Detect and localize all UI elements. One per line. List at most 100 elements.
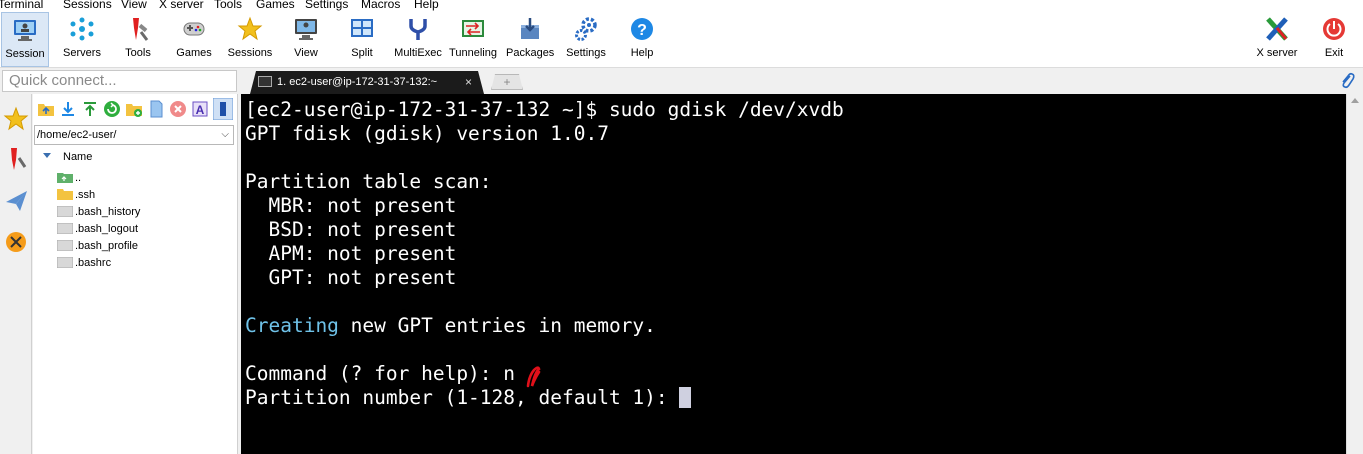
view-button[interactable]: View	[282, 12, 330, 67]
terminal-scrollbar[interactable]	[1346, 94, 1363, 454]
help-button[interactable]: ? Help	[618, 12, 666, 67]
file-row[interactable]: .bashrc	[57, 255, 111, 272]
x-server-button[interactable]: X server	[1253, 12, 1301, 67]
menu-x-server[interactable]: X server	[159, 0, 204, 12]
parent-folder-icon	[57, 173, 73, 183]
name-column-header[interactable]: Name	[43, 151, 92, 163]
file-row[interactable]: .bash_history	[57, 204, 140, 221]
fork-icon	[409, 19, 427, 40]
file-name: .bash_history	[75, 206, 141, 218]
file-icon	[57, 206, 73, 217]
chevron-down-icon: ⌵	[221, 129, 229, 140]
multiexec-label: MultiExec	[394, 47, 442, 59]
creating-highlight: Creating	[245, 314, 339, 337]
svg-text:A: A	[196, 103, 205, 117]
x-server-label: X server	[1256, 47, 1298, 59]
close-tab-button[interactable]: ×	[465, 71, 472, 93]
settings-button[interactable]: Settings	[562, 12, 610, 67]
file-row[interactable]: .bash_profile	[57, 238, 138, 255]
exit-label: Exit	[1324, 47, 1344, 59]
file-row[interactable]: .bash_logout	[57, 221, 138, 238]
new-file-icon[interactable]	[147, 100, 165, 118]
sessions-button[interactable]: Sessions	[226, 12, 274, 67]
delete-icon[interactable]	[169, 100, 187, 118]
tab-title: 1. ec2-user@ip-172-31-37-132:~	[277, 76, 438, 88]
menu-macros[interactable]: Macros	[361, 0, 400, 12]
file-name: .bash_logout	[75, 223, 138, 235]
file-name: .ssh	[75, 189, 96, 201]
download-icon[interactable]	[59, 100, 77, 118]
scroll-up-icon[interactable]	[1351, 98, 1359, 103]
terminal-icon	[258, 76, 272, 87]
new-folder-icon[interactable]	[125, 100, 143, 118]
follow-terminal-icon[interactable]	[213, 98, 233, 120]
session-button[interactable]: Session	[1, 12, 49, 67]
quick-connect-input[interactable]: Quick connect...	[2, 70, 237, 92]
tools-button[interactable]: Tools	[114, 12, 162, 67]
star-icon	[237, 16, 263, 41]
menu-tools[interactable]: Tools	[214, 0, 242, 12]
macro-icon[interactable]	[2, 224, 30, 260]
menu-terminal[interactable]: Terminal	[0, 0, 43, 12]
tunneling-button[interactable]: Tunneling	[449, 12, 497, 67]
terminal-line: Command (? for help): n	[245, 362, 516, 385]
sftp-file-panel: A /home/ec2-user/ ⌵ Name .. .ssh .bash_h…	[33, 94, 238, 454]
games-button[interactable]: Games	[170, 12, 218, 67]
upload-icon[interactable]	[81, 100, 99, 118]
star-icon[interactable]	[2, 100, 30, 136]
menu-games[interactable]: Games	[256, 0, 295, 12]
menu-settings[interactable]: Settings	[305, 0, 348, 12]
terminal-line: Partition number (1-128, default 1):	[245, 386, 692, 410]
file-name: .bashrc	[75, 257, 112, 269]
power-icon	[1323, 18, 1345, 40]
creating-rest: new GPT entries in memory.	[338, 314, 656, 337]
servers-button[interactable]: Servers	[58, 12, 106, 67]
terminal-line: GPT: not present	[245, 266, 457, 289]
annotation-mark-icon	[526, 366, 541, 388]
file-icon	[57, 257, 73, 268]
tools-icon[interactable]	[2, 140, 30, 176]
paperclip-icon[interactable]	[1339, 71, 1355, 91]
help-label: Help	[630, 47, 654, 59]
games-label: Games	[176, 47, 212, 59]
tab-session-1[interactable]: 1. ec2-user@ip-172-31-37-132:~ ×	[250, 71, 484, 94]
terminal-view[interactable]: [ec2-user@ip-172-31-37-132 ~]$ sudo gdis…	[241, 94, 1346, 454]
remote-path-select[interactable]: /home/ec2-user/ ⌵	[34, 125, 234, 145]
folder-up-icon[interactable]	[37, 100, 55, 118]
servers-label: Servers	[63, 47, 101, 59]
terminal-line: BSD: not present	[245, 218, 457, 241]
name-column-label: Name	[63, 151, 93, 163]
terminal-line: Partition table scan:	[245, 170, 492, 193]
file-toolbar: A	[33, 98, 238, 120]
main-toolbar: Session Servers Tools Games Sessions Vie…	[0, 12, 1363, 68]
terminal-line: [ec2-user@ip-172-31-37-132 ~]$ sudo gdis…	[245, 98, 844, 121]
menu-view[interactable]: View	[121, 0, 147, 12]
folder-icon	[57, 189, 73, 200]
terminal-line: GPT fdisk (gdisk) version 1.0.7	[245, 122, 609, 145]
tools-label: Tools	[125, 47, 151, 59]
tab-bar: Quick connect... 1. ec2-user@ip-172-31-3…	[0, 68, 1363, 94]
gamepad-icon	[183, 22, 205, 36]
file-name: .bash_profile	[75, 240, 138, 252]
menu-bar: Terminal Sessions View X server Tools Ga…	[0, 0, 1363, 12]
packages-button[interactable]: Packages	[506, 12, 554, 67]
menu-sessions[interactable]: Sessions	[63, 0, 112, 12]
terminal-cursor	[679, 387, 692, 408]
session-label: Session	[5, 48, 45, 60]
exit-button[interactable]: Exit	[1311, 12, 1357, 67]
tools-icon	[133, 18, 149, 41]
file-name: ..	[75, 172, 82, 184]
menu-help[interactable]: Help	[414, 0, 439, 12]
send-icon[interactable]	[2, 182, 30, 218]
gears-icon	[575, 17, 597, 41]
tunneling-label: Tunneling	[449, 47, 497, 59]
file-row[interactable]: ..	[57, 170, 81, 187]
monitor-icon	[14, 20, 36, 41]
multiexec-button[interactable]: MultiExec	[392, 12, 444, 67]
split-button[interactable]: Split	[338, 12, 386, 67]
refresh-icon[interactable]	[103, 100, 121, 118]
sort-arrow-icon	[43, 153, 51, 158]
file-row[interactable]: .ssh	[57, 187, 95, 204]
new-tab-button[interactable]: +	[491, 74, 523, 90]
rename-icon[interactable]: A	[191, 100, 209, 118]
